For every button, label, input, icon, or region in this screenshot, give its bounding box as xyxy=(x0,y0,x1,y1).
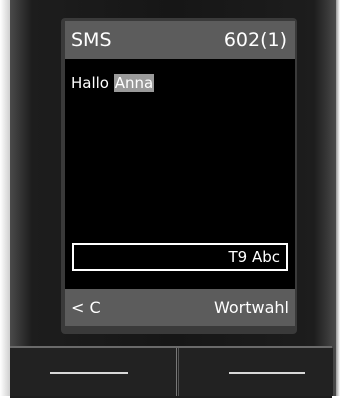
left-softkey-line-icon xyxy=(50,372,128,374)
device-edge-right xyxy=(336,0,340,396)
sms-text-editor[interactable]: Hallo Anna xyxy=(71,74,155,92)
message-text: Hallo xyxy=(71,74,114,92)
left-softkey-button[interactable] xyxy=(10,348,177,396)
input-mode-label: T9 Abc xyxy=(228,248,280,266)
softkey-right-label: Wortwahl xyxy=(214,298,289,317)
right-softkey-line-icon xyxy=(229,372,305,374)
t9-suggested-word: Anna xyxy=(113,74,155,92)
hardware-key-row xyxy=(10,346,333,398)
softkey-left-label: < C xyxy=(71,298,101,317)
softkey-bar: < C Wortwahl xyxy=(65,289,295,326)
character-counter: 602(1) xyxy=(223,29,287,51)
screen-title: SMS xyxy=(71,29,112,51)
title-bar: SMS 602(1) xyxy=(65,21,295,59)
input-mode-indicator: T9 Abc xyxy=(72,243,288,271)
right-softkey-button[interactable] xyxy=(178,348,333,396)
phone-display: SMS 602(1) Hallo Anna T9 Abc < C Wortwah… xyxy=(65,21,295,326)
device-edge-left xyxy=(0,0,10,396)
